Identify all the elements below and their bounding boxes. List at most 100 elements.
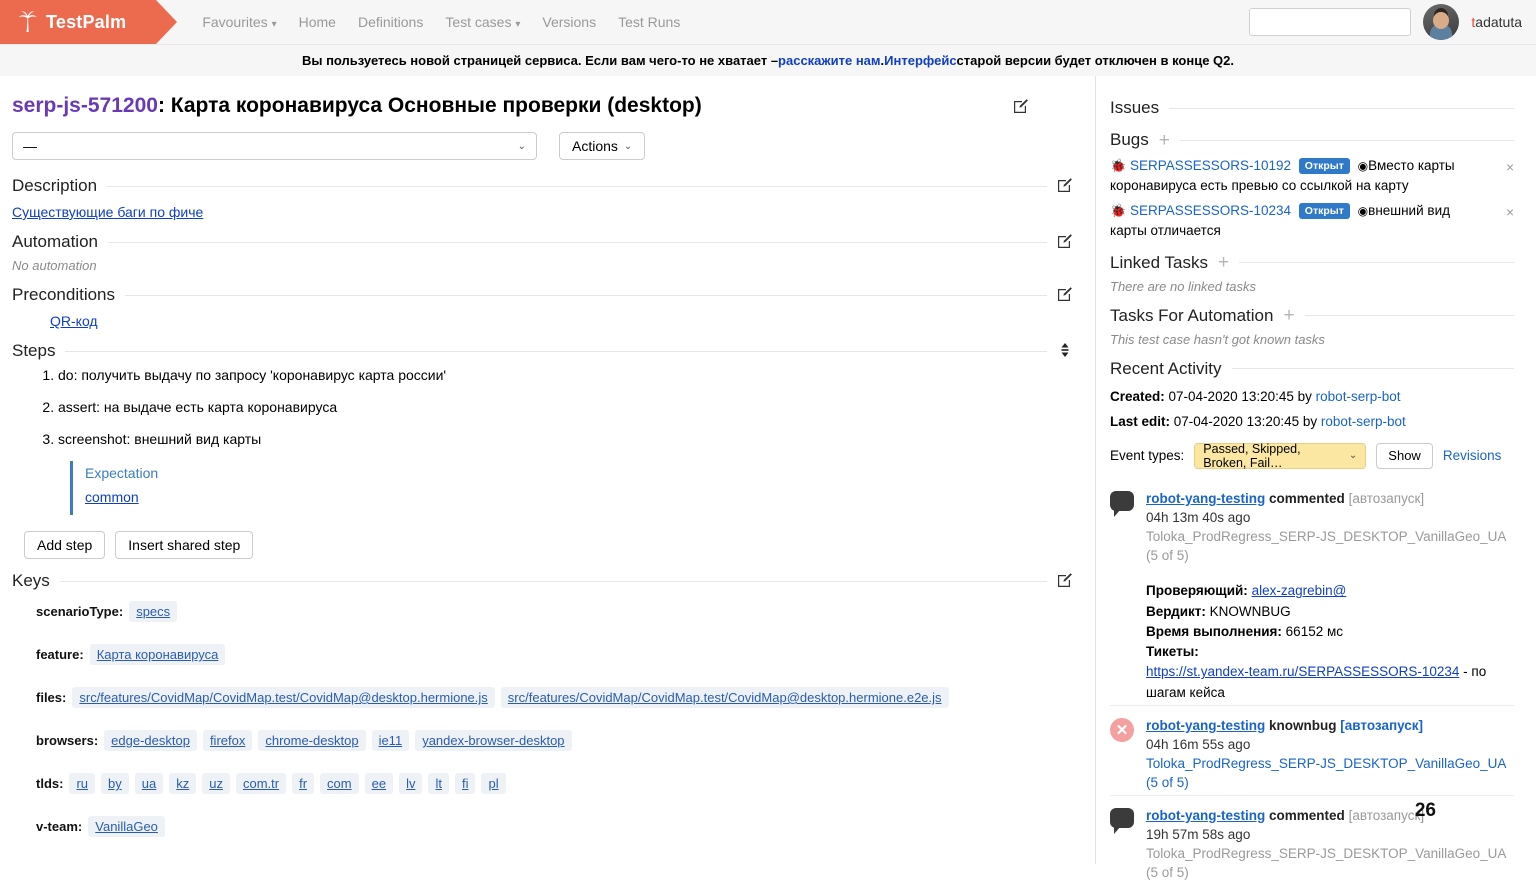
event-types-select[interactable]: Passed, Skipped, Broken, Fail… ⌄	[1194, 443, 1366, 469]
key-name: files:	[36, 690, 66, 705]
expectation-value[interactable]: common	[85, 489, 1073, 505]
section-header-description: Description	[12, 176, 1073, 196]
linked-tasks-empty-text: There are no linked tasks	[1110, 279, 1514, 294]
test-case-id[interactable]: serp-js-571200	[12, 94, 158, 117]
section-title-preconditions: Preconditions	[12, 285, 115, 305]
key-value-tag[interactable]: ua	[135, 773, 163, 794]
activity-run-name[interactable]: Toloka_ProdRegress_SERP-JS_DESKTOP_Vanil…	[1146, 754, 1514, 792]
status-badge: Открыт	[1299, 158, 1350, 174]
edit-automation-button[interactable]	[1057, 233, 1073, 252]
key-value-tag[interactable]: fi	[455, 773, 476, 794]
bug-id-link[interactable]: SERPASSESSORS-10234	[1130, 203, 1291, 218]
edit-pencil-icon	[1057, 572, 1073, 588]
reviewer-link[interactable]: alex-zagrebin@	[1252, 583, 1347, 598]
search-input[interactable]	[1249, 8, 1411, 36]
activity-item: robot-yang-testing commented [автозапуск…	[1110, 795, 1514, 884]
actions-button[interactable]: Actions ⌄	[559, 132, 645, 160]
edit-title-button[interactable]	[1013, 98, 1029, 117]
remove-bug-button[interactable]: ×	[1506, 203, 1514, 223]
created-user-link[interactable]: robot-serp-bot	[1316, 389, 1401, 404]
version-select-value: —	[23, 138, 37, 154]
activity-run-name: Toloka_ProdRegress_SERP-JS_DESKTOP_Vanil…	[1146, 844, 1514, 882]
key-value-tag[interactable]: Карта коронавируса	[90, 644, 226, 665]
insert-shared-step-button[interactable]: Insert shared step	[115, 531, 253, 559]
add-step-button[interactable]: Add step	[24, 531, 105, 559]
lastedit-user-link[interactable]: robot-serp-bot	[1321, 414, 1406, 429]
avatar[interactable]	[1423, 4, 1459, 40]
nav-item-definitions[interactable]: Definitions	[358, 14, 423, 30]
brand-name: TestPalm	[46, 12, 126, 33]
key-value-tag[interactable]: src/features/CovidMap/CovidMap.test/Covi…	[72, 687, 494, 708]
key-value-tag[interactable]: fr	[292, 773, 314, 794]
remove-bug-button[interactable]: ×	[1506, 158, 1514, 178]
section-title-tasks-for-automation: Tasks For Automation	[1110, 306, 1273, 326]
step-text: screenshot: внешний вид карты	[58, 431, 261, 447]
activity-user-link[interactable]: robot-yang-testing	[1146, 808, 1265, 823]
page-title: serp-js-571200: Карта коронавируса Основ…	[12, 94, 1073, 118]
nav-item-favourites[interactable]: Favourites ▾	[202, 14, 276, 30]
key-value-tag[interactable]: com.tr	[236, 773, 286, 794]
nav-item-home[interactable]: Home	[299, 14, 336, 30]
edit-description-button[interactable]	[1057, 177, 1073, 196]
key-value-tag[interactable]: ee	[365, 773, 393, 794]
key-value-tag[interactable]: ie11	[372, 730, 410, 751]
keys-list: scenarioType: specs feature: Карта корон…	[12, 601, 1073, 837]
automation-empty-text: No automation	[12, 258, 1073, 273]
add-linked-task-button[interactable]: +	[1218, 253, 1229, 272]
edit-preconditions-button[interactable]	[1057, 286, 1073, 305]
description-link[interactable]: Существующие баги по фиче	[12, 204, 1073, 220]
step-item: screenshot: внешний вид карты Expectatio…	[58, 431, 1073, 515]
activity-run-name: Toloka_ProdRegress_SERP-JS_DESKTOP_Vanil…	[1146, 527, 1514, 565]
nav-item-test-cases[interactable]: Test cases ▾	[445, 14, 520, 30]
clock-icon: ◉	[1358, 159, 1368, 173]
key-value-tag[interactable]: yandex-browser-desktop	[415, 730, 571, 751]
nav-item-versions[interactable]: Versions	[542, 14, 596, 30]
key-value-tag[interactable]: ru	[69, 773, 95, 794]
add-automation-task-button[interactable]: +	[1283, 306, 1294, 325]
notice-feedback-link[interactable]: расскажите нам	[778, 53, 880, 68]
chevron-down-icon: ⌄	[624, 141, 632, 152]
key-value-tag[interactable]: edge-desktop	[104, 730, 197, 751]
revisions-link[interactable]: Revisions	[1443, 448, 1502, 463]
created-label: Created:	[1110, 389, 1165, 404]
precondition-link[interactable]: QR-код	[50, 313, 98, 329]
key-row-v-team: v-team: VanillaGeo	[36, 816, 1073, 837]
key-value-tag[interactable]: lv	[399, 773, 422, 794]
activity-user-link[interactable]: robot-yang-testing	[1146, 491, 1265, 506]
activity-verb: knownbug	[1269, 718, 1337, 733]
version-select[interactable]: — ⌄	[12, 132, 537, 160]
key-name: browsers:	[36, 733, 98, 748]
palm-tree-icon	[18, 10, 38, 34]
key-value-tag[interactable]: chrome-desktop	[258, 730, 365, 751]
bug-id-link[interactable]: SERPASSESSORS-10192	[1130, 158, 1291, 173]
edit-keys-button[interactable]	[1057, 572, 1073, 591]
reviewer-label: Проверяющий:	[1146, 583, 1248, 598]
username-label[interactable]: tadatuta	[1471, 14, 1522, 30]
reorder-steps-button[interactable]	[1057, 342, 1073, 361]
key-value-tag[interactable]: firefox	[203, 730, 252, 751]
add-bug-button[interactable]: +	[1159, 131, 1170, 150]
key-value-tag[interactable]: com	[320, 773, 359, 794]
activity-timestamp: 04h 13m 40s ago	[1146, 510, 1250, 525]
verdict-label: Вердикт:	[1146, 604, 1206, 619]
notice-interface-link[interactable]: Интерфейс	[884, 53, 956, 68]
brand-logo[interactable]: TestPalm	[0, 0, 156, 44]
nav-item-test-runs[interactable]: Test Runs	[618, 14, 680, 30]
key-value-tag[interactable]: VanillaGeo	[88, 816, 165, 837]
activity-user-link[interactable]: robot-yang-testing	[1146, 718, 1265, 733]
section-header-keys: Keys	[12, 571, 1073, 591]
key-value-tag[interactable]: pl	[481, 773, 505, 794]
key-value-tag[interactable]: lt	[428, 773, 449, 794]
bug-item: 🐞 SERPASSESSORS-10192 Открыт ◉Вместо кар…	[1110, 156, 1514, 195]
notice-text-1: Вы пользуетесь новой страницей сервиса. …	[302, 53, 778, 68]
key-value-tag[interactable]: src/features/CovidMap/CovidMap.test/Covi…	[501, 687, 949, 708]
section-title-description: Description	[12, 176, 97, 196]
comment-bubble-icon	[1110, 491, 1134, 511]
show-button[interactable]: Show	[1376, 443, 1433, 469]
key-value-tag[interactable]: by	[101, 773, 129, 794]
key-value-tag[interactable]: uz	[202, 773, 230, 794]
activity-timestamp: 19h 57m 58s ago	[1146, 827, 1250, 842]
ticket-url-link[interactable]: https://st.yandex-team.ru/SERPASSESSORS-…	[1146, 664, 1459, 679]
key-value-tag[interactable]: specs	[129, 601, 177, 622]
key-value-tag[interactable]: kz	[169, 773, 196, 794]
